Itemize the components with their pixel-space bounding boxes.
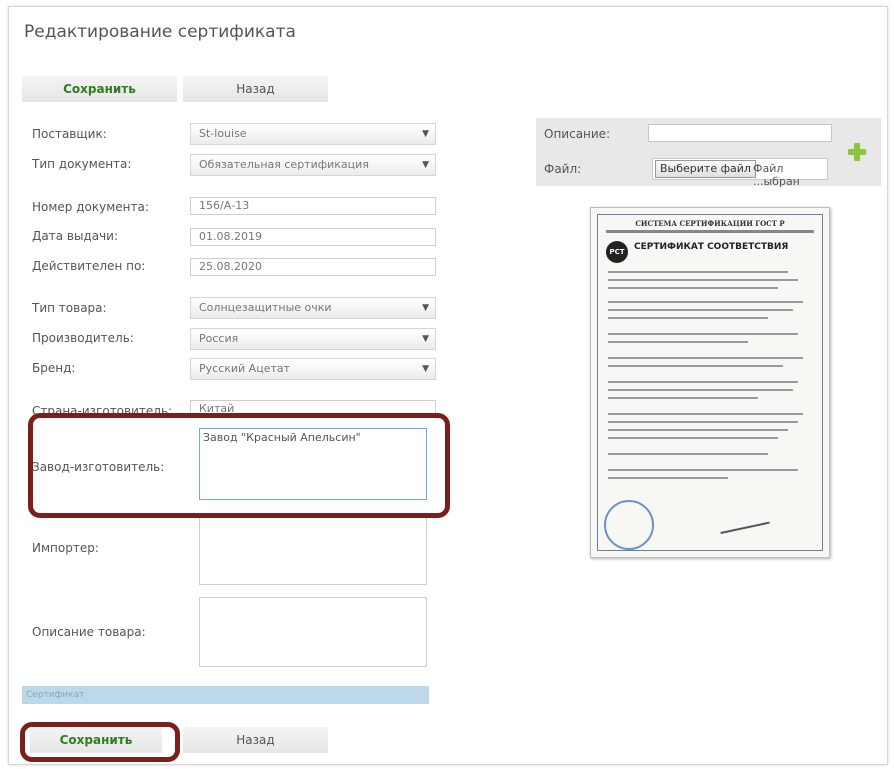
certificate-title: СЕРТИФИКАТ СООТВЕТСТВИЯ xyxy=(634,242,789,252)
issue-date-input[interactable]: 01.08.2019 xyxy=(190,228,436,246)
description-label: Описание: xyxy=(544,127,611,141)
issue-date-label: Дата выдачи: xyxy=(32,229,119,243)
doc-type-label: Тип документа: xyxy=(32,157,132,171)
header-rule xyxy=(606,230,814,233)
chevron-down-icon: ▼ xyxy=(422,303,429,313)
importer-label: Импортер: xyxy=(32,541,99,555)
chevron-down-icon: ▼ xyxy=(422,160,429,170)
factory-textarea[interactable] xyxy=(199,428,427,500)
importer-textarea[interactable] xyxy=(199,513,427,585)
valid-until-label: Действителен по: xyxy=(32,259,146,273)
certificate-border: СИСТЕМА СЕРТИФИКАЦИИ ГОСТ Р РСТ СЕРТИФИК… xyxy=(597,214,823,551)
supplier-value: St-louise xyxy=(199,127,247,140)
back-button-top[interactable]: Назад xyxy=(183,76,328,102)
doc-type-select[interactable]: Обязательная сертификация ▼ xyxy=(190,154,436,176)
factory-label: Завод-изготовитель: xyxy=(32,460,165,474)
description-input[interactable] xyxy=(648,124,832,142)
product-type-label: Тип товара: xyxy=(32,301,107,315)
page-title: Редактирование сертификата xyxy=(24,22,296,42)
valid-until-input[interactable]: 25.08.2020 xyxy=(190,258,436,276)
chevron-down-icon: ▼ xyxy=(422,334,429,344)
product-type-select[interactable]: Солнцезащитные очки ▼ xyxy=(190,297,436,319)
gost-logo-text: РСТ xyxy=(609,248,625,256)
manufacturer-label: Производитель: xyxy=(32,331,134,345)
chevron-down-icon: ▼ xyxy=(422,129,429,139)
country-input[interactable]: Китай xyxy=(190,400,436,418)
manufacturer-select[interactable]: Россия ▼ xyxy=(190,328,436,350)
back-button-bottom[interactable]: Назад xyxy=(183,727,328,753)
file-input[interactable]: Выберите файл Файл ...ыбран xyxy=(652,158,828,188)
certificate-section-bar: Сертификат xyxy=(22,686,429,704)
save-button-bottom[interactable]: Сохранить xyxy=(30,727,162,753)
plus-icon[interactable] xyxy=(848,143,866,161)
manufacturer-value: Россия xyxy=(199,332,239,345)
product-type-value: Солнцезащитные очки xyxy=(199,301,332,314)
doc-type-value: Обязательная сертификация xyxy=(199,158,369,171)
product-description-label: Описание товара: xyxy=(32,625,146,639)
supplier-select[interactable]: St-louise ▼ xyxy=(190,123,436,145)
supplier-label: Поставщик: xyxy=(32,127,107,141)
choose-file-button[interactable]: Выберите файл xyxy=(655,160,756,178)
brand-label: Бренд: xyxy=(32,361,76,375)
save-button-top[interactable]: Сохранить xyxy=(22,76,177,102)
brand-value: Русский Ацетат xyxy=(199,362,291,375)
certificate-signature xyxy=(716,502,770,534)
doc-number-input[interactable]: 156/А-13 xyxy=(190,197,436,215)
gost-logo: РСТ xyxy=(606,241,628,263)
chevron-down-icon: ▼ xyxy=(422,364,429,374)
country-label: Страна-изготовитель: xyxy=(32,404,173,418)
product-description-textarea[interactable] xyxy=(199,597,427,667)
certificate-stamp xyxy=(604,500,654,550)
certificate-preview-image: СИСТЕМА СЕРТИФИКАЦИИ ГОСТ Р РСТ СЕРТИФИК… xyxy=(590,207,830,558)
file-label: Файл: xyxy=(544,162,582,176)
certificate-header: СИСТЕМА СЕРТИФИКАЦИИ ГОСТ Р xyxy=(635,219,785,228)
doc-number-label: Номер документа: xyxy=(32,200,149,214)
file-upload-panel: Описание: Файл: Выберите файл Файл ...ыб… xyxy=(536,118,881,188)
brand-select[interactable]: Русский Ацетат ▼ xyxy=(190,358,436,380)
file-status-text: Файл ...ыбран xyxy=(753,162,800,188)
